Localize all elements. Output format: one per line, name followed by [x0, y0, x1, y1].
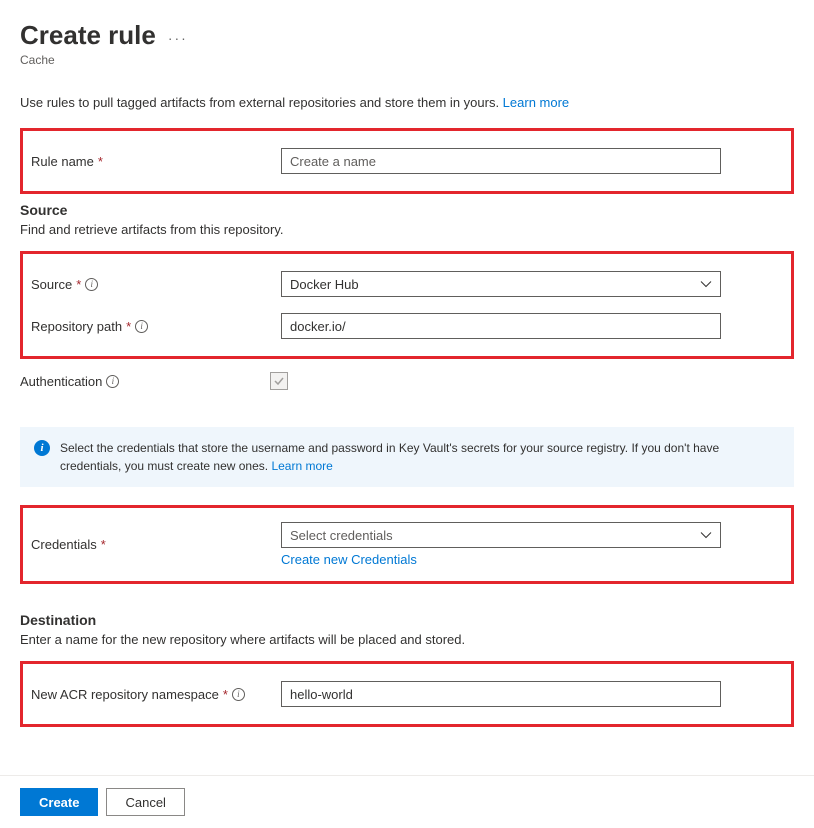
page-title: Create rule [20, 20, 156, 51]
footer-bar: Create Cancel [0, 775, 814, 828]
required-indicator: * [98, 154, 103, 169]
source-heading: Source [20, 202, 794, 218]
required-indicator: * [101, 537, 106, 552]
credentials-select[interactable]: Select credentials [281, 522, 721, 548]
destination-description: Enter a name for the new repository wher… [20, 632, 794, 647]
more-actions-icon[interactable]: ··· [168, 30, 188, 46]
repo-path-input[interactable] [281, 313, 721, 339]
create-button[interactable]: Create [20, 788, 98, 816]
namespace-label: New ACR repository namespace [31, 687, 219, 702]
chevron-down-icon [700, 278, 712, 290]
destination-group: New ACR repository namespace * i [20, 661, 794, 727]
info-icon[interactable]: i [135, 320, 148, 333]
source-select[interactable]: Docker Hub [281, 271, 721, 297]
chevron-down-icon [700, 529, 712, 541]
required-indicator: * [126, 319, 131, 334]
rule-name-group: Rule name * [20, 128, 794, 194]
learn-more-link[interactable]: Learn more [503, 95, 569, 110]
required-indicator: * [76, 277, 81, 292]
required-indicator: * [223, 687, 228, 702]
create-credentials-link[interactable]: Create new Credentials [281, 552, 417, 567]
authentication-label: Authentication [20, 374, 102, 389]
namespace-input[interactable] [281, 681, 721, 707]
authentication-checkbox [270, 372, 288, 390]
source-group: Source * i Docker Hub Repository path * … [20, 251, 794, 359]
rule-name-label: Rule name [31, 154, 94, 169]
banner-learn-more-link[interactable]: Learn more [271, 459, 332, 473]
repo-path-label: Repository path [31, 319, 122, 334]
source-label: Source [31, 277, 72, 292]
credentials-label: Credentials [31, 537, 97, 552]
destination-heading: Destination [20, 612, 794, 628]
cancel-button[interactable]: Cancel [106, 788, 184, 816]
rule-name-input[interactable] [281, 148, 721, 174]
info-icon[interactable]: i [85, 278, 98, 291]
info-icon[interactable]: i [232, 688, 245, 701]
credentials-info-banner: i Select the credentials that store the … [20, 427, 794, 487]
source-description: Find and retrieve artifacts from this re… [20, 222, 794, 237]
intro-text: Use rules to pull tagged artifacts from … [20, 95, 794, 110]
info-icon[interactable]: i [106, 375, 119, 388]
info-icon: i [34, 440, 50, 456]
page-subtitle: Cache [20, 53, 794, 67]
credentials-group: Credentials * Select credentials Create … [20, 505, 794, 584]
